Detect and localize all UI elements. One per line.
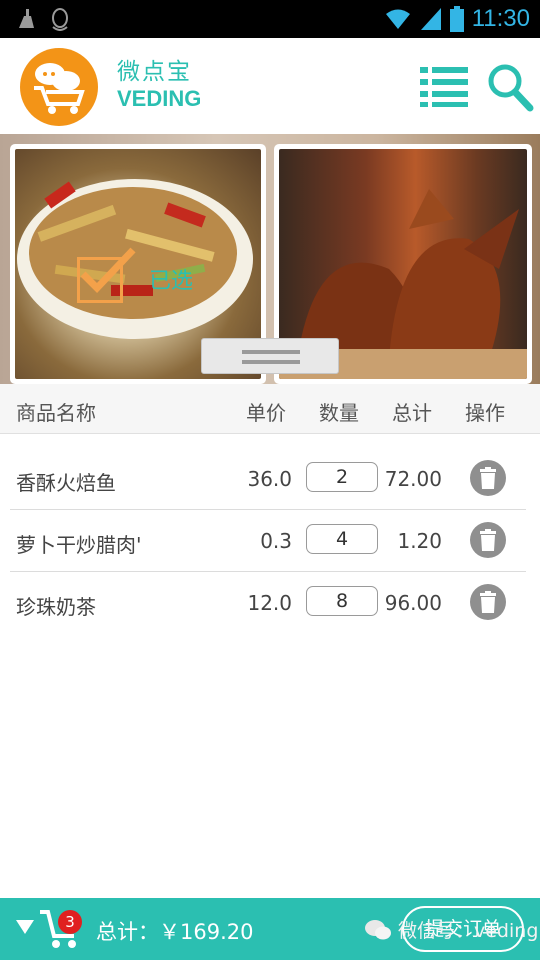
item-name: 珍珠奶茶 (16, 595, 96, 619)
item-total: 1.20 (397, 529, 442, 553)
wechat-icon (365, 919, 391, 939)
dish-carousel[interactable]: 已选 (0, 134, 540, 384)
item-price: 36.0 (247, 467, 292, 491)
cart-count-badge: 3 (58, 910, 82, 934)
app-logo (20, 48, 98, 126)
chat-cart-logo-icon (34, 63, 85, 114)
check-icon (80, 247, 136, 294)
list-menu-icon[interactable] (418, 64, 470, 108)
status-bar: 11:30 (0, 0, 540, 38)
collapse-arrow-icon[interactable] (16, 920, 34, 934)
selected-label: 已选 (149, 269, 194, 294)
qq-icon (52, 8, 68, 31)
signal-icon (420, 8, 441, 30)
delete-button[interactable] (470, 460, 506, 496)
brand-name-english: VEDING (117, 86, 202, 111)
wifi-icon (385, 9, 410, 29)
cleaner-icon (19, 9, 34, 28)
item-name: 香酥火焙鱼 (16, 471, 116, 495)
item-total: 72.00 (384, 467, 442, 491)
quantity-input[interactable]: 2 (306, 462, 378, 492)
app-screen: 11:30 微点宝 VEDING 已选 商品名称 单价 数量 总计 操作 香酥火… (0, 0, 540, 960)
trash-icon (480, 591, 496, 613)
item-total: 96.00 (384, 591, 442, 615)
drag-handle[interactable] (201, 338, 339, 374)
delete-button[interactable] (470, 584, 506, 620)
header-price: 单价 (246, 401, 286, 425)
watermark-text: 微信号：veding (398, 920, 539, 942)
table-row: 香酥火焙鱼 36.0 2 72.00 (0, 448, 540, 510)
table-header: 商品名称 单价 数量 总计 操作 (0, 384, 540, 434)
item-name: 萝卜干炒腊肉' (16, 533, 142, 557)
trash-icon (480, 467, 496, 489)
app-header: 微点宝 VEDING (0, 38, 540, 134)
table-row: 珍珠奶茶 12.0 8 96.00 (0, 572, 540, 634)
header-qty: 数量 (319, 401, 359, 425)
header-name: 商品名称 (16, 401, 96, 425)
order-footer: 3 总计：￥169.20 提交订单 微信号：veding (0, 898, 540, 960)
item-price: 0.3 (260, 529, 292, 553)
delete-button[interactable] (470, 522, 506, 558)
selected-checkbox[interactable] (77, 247, 136, 303)
table-row: 萝卜干炒腊肉' 0.3 4 1.20 (0, 510, 540, 572)
header-total: 总计 (392, 401, 432, 425)
order-total: 总计：￥169.20 (96, 920, 254, 944)
search-icon[interactable] (486, 62, 534, 112)
battery-icon (449, 6, 464, 32)
clock-time: 11:30 (471, 5, 530, 32)
quantity-input[interactable]: 4 (306, 524, 378, 554)
header-action: 操作 (465, 401, 505, 425)
item-price: 12.0 (247, 591, 292, 615)
wechat-watermark: 微信号：veding (364, 916, 538, 943)
trash-icon (480, 529, 496, 551)
brand-name-chinese: 微点宝 (117, 59, 192, 85)
quantity-input[interactable]: 8 (306, 586, 378, 616)
